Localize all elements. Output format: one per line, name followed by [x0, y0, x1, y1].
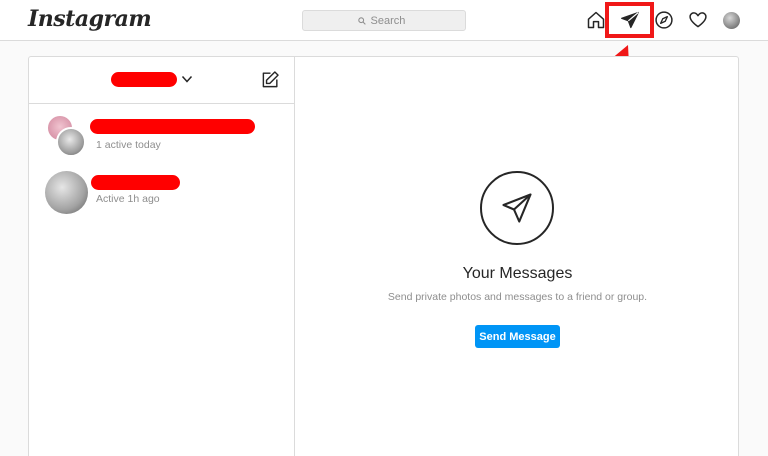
avatar [56, 127, 86, 157]
new-message-icon[interactable] [261, 70, 280, 89]
thread-status: Active 1h ago [96, 193, 160, 205]
thread-item[interactable]: 1 active today [29, 109, 295, 165]
top-navigation-bar: Instagram [0, 0, 768, 41]
profile-avatar[interactable] [723, 12, 740, 29]
thread-list-column: 1 active today Active 1h ago [29, 57, 295, 456]
thread-item[interactable]: Active 1h ago [29, 164, 295, 220]
instagram-logo[interactable]: Instagram [28, 6, 152, 32]
search-icon [357, 16, 366, 25]
page-subtitle: Send private photos and messages to a fr… [387, 291, 648, 303]
send-message-button[interactable]: Send Message [475, 325, 560, 348]
heart-icon[interactable] [688, 10, 708, 30]
direct-inbox-panel: 1 active today Active 1h ago Your Messag… [28, 56, 739, 456]
page-title: Your Messages [462, 265, 573, 282]
thread-list-header [29, 57, 295, 104]
avatar [45, 171, 88, 214]
thread-name-redaction [91, 175, 180, 190]
thread-name-redaction [90, 119, 255, 134]
explore-icon[interactable] [654, 10, 674, 30]
direct-message-icon [480, 171, 554, 245]
direct-icon[interactable] [620, 10, 640, 30]
search-box[interactable] [302, 10, 466, 31]
home-icon[interactable] [586, 10, 606, 30]
chevron-down-icon[interactable] [181, 73, 193, 85]
account-name-redaction[interactable] [111, 72, 177, 87]
message-pane: Your Messages Send private photos and me… [296, 57, 739, 456]
thread-status: 1 active today [96, 139, 161, 151]
search-input[interactable] [370, 14, 411, 27]
